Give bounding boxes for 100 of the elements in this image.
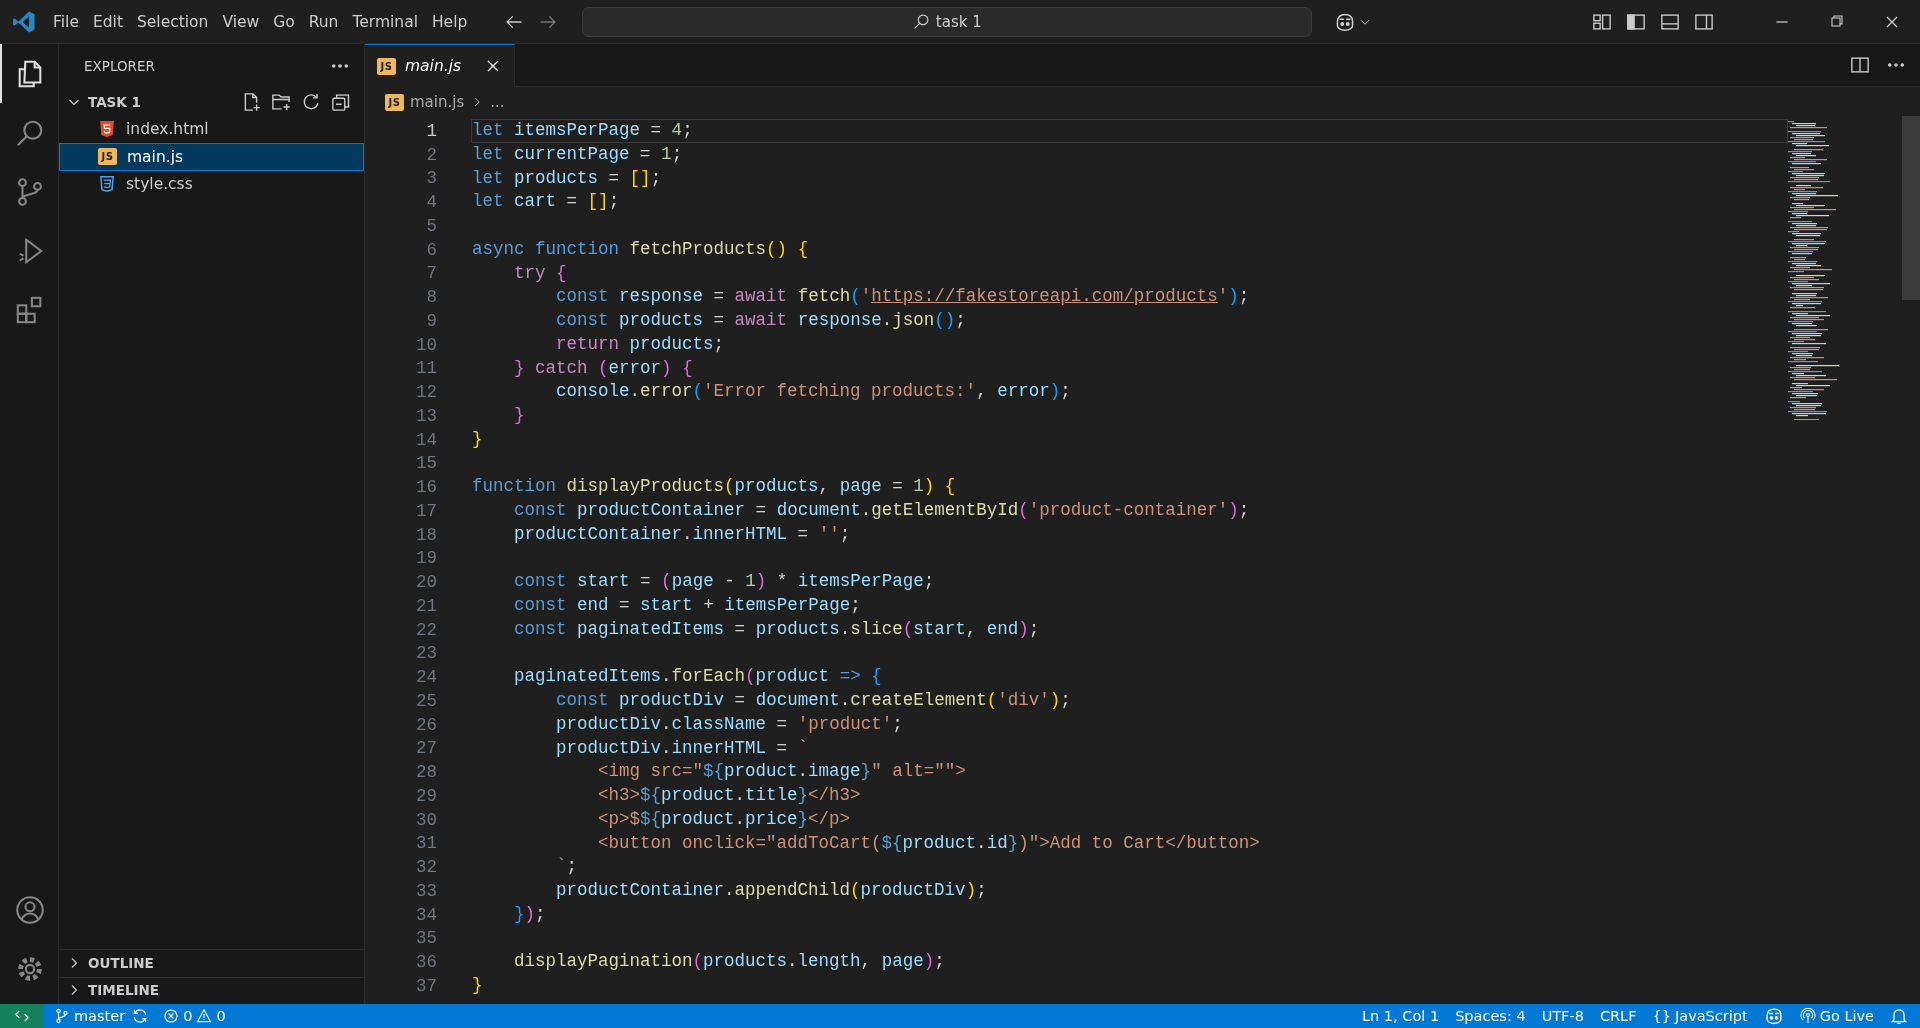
menu-item[interactable]: Terminal bbox=[345, 8, 425, 35]
code-line: `; bbox=[555, 855, 579, 879]
code-line: const end = start + itemsPerPage; bbox=[513, 594, 862, 617]
account-icon[interactable] bbox=[15, 894, 45, 925]
explorer-entry[interactable]: JS main.js bbox=[59, 143, 364, 171]
workspace-name: task 1 bbox=[935, 12, 982, 31]
line-number: 29 bbox=[415, 785, 437, 806]
code-line: } catch (error) { bbox=[513, 356, 694, 380]
code-line: const paginatedItems = products.slice(start, end); bbox=[513, 617, 1041, 641]
code-line: const productContainer = document.getElementById('product-container'); bbox=[513, 499, 1251, 522]
line-number: 20 bbox=[415, 572, 437, 593]
folder-header[interactable]: TASK 1 bbox=[59, 88, 364, 116]
menu-item[interactable]: Help bbox=[424, 8, 475, 35]
secondary-sidebar-icon[interactable] bbox=[1694, 11, 1714, 32]
code-line: }); bbox=[513, 902, 547, 926]
section-title: TIMELINE bbox=[88, 982, 160, 999]
scrollbar-thumb[interactable] bbox=[1902, 116, 1920, 300]
warning-icon bbox=[196, 1008, 213, 1024]
status-item[interactable]: Ln 1, Col 1 bbox=[1353, 1004, 1448, 1028]
breadcrumb-item[interactable]: main.js bbox=[410, 93, 465, 111]
code-line: <h3>${product.title}</h3> bbox=[597, 784, 862, 807]
line-number: 24 bbox=[415, 667, 437, 688]
code-line: try { bbox=[513, 261, 568, 285]
code-line: const products = await response.json(); bbox=[555, 309, 967, 332]
code-line: async function fetchProducts() { bbox=[471, 237, 810, 261]
code-line: <button onclick="addToCart(${product.id})">Add to Cart</button> bbox=[597, 831, 1261, 855]
code-line: productDiv.innerHTML = ` bbox=[555, 736, 810, 760]
line-number: 22 bbox=[415, 619, 437, 640]
line-number: 2 bbox=[425, 144, 437, 165]
line-number: 36 bbox=[415, 952, 437, 973]
file-name: style.css bbox=[126, 175, 193, 194]
explorer-entry[interactable]: index.html bbox=[59, 115, 364, 143]
vscode-logo-icon bbox=[12, 9, 36, 34]
sidebar-toggle-icon[interactable] bbox=[1626, 11, 1646, 32]
broadcast-icon bbox=[1799, 1008, 1816, 1024]
html-file-icon bbox=[98, 120, 116, 139]
line-number: 11 bbox=[415, 358, 437, 379]
line-number: 6 bbox=[425, 239, 437, 260]
code-line: displayPagination(products.length, page); bbox=[513, 950, 946, 974]
line-number: 3 bbox=[425, 168, 437, 189]
warnings-count[interactable]: 0 bbox=[194, 1004, 234, 1028]
code-line: console.error('Error fetching products:', error); bbox=[555, 380, 1072, 404]
code-line: } bbox=[471, 974, 484, 997]
line-number: 26 bbox=[415, 714, 437, 735]
menu-item[interactable]: Selection bbox=[129, 8, 216, 35]
code-line: let currentPage = 1; bbox=[471, 142, 684, 166]
code-line: function displayProducts(products, page = 1) { bbox=[471, 475, 957, 499]
line-number: 4 bbox=[425, 192, 437, 213]
explorer-entry[interactable]: style.css bbox=[59, 170, 364, 198]
split-editor-icon[interactable] bbox=[1850, 55, 1870, 75]
status-item[interactable]: UTF-8 bbox=[1533, 1004, 1592, 1028]
js-file-icon: JS bbox=[98, 148, 117, 166]
breadcrumb-item[interactable]: ... bbox=[490, 93, 505, 111]
notifications-icon[interactable] bbox=[1890, 1007, 1908, 1025]
search-icon bbox=[912, 13, 930, 30]
code-line: return products; bbox=[555, 332, 726, 356]
code-line: } bbox=[513, 404, 526, 427]
line-number: 32 bbox=[415, 857, 437, 878]
line-number: 16 bbox=[415, 477, 437, 498]
folder-name: TASK 1 bbox=[88, 93, 141, 110]
css-file-icon bbox=[98, 175, 116, 194]
line-number: 15 bbox=[415, 453, 437, 474]
menu-item[interactable]: Edit bbox=[85, 8, 130, 35]
copilot-icon[interactable] bbox=[1763, 1006, 1784, 1026]
line-number: 14 bbox=[415, 429, 437, 450]
menu-item[interactable]: View bbox=[215, 8, 267, 35]
code-line: productDiv.className = 'product'; bbox=[555, 712, 904, 736]
line-number: 12 bbox=[415, 382, 437, 403]
line-number: 30 bbox=[415, 809, 437, 830]
section-header[interactable]: OUTLINE bbox=[59, 949, 364, 977]
layout-icon[interactable] bbox=[1592, 11, 1612, 32]
line-number: 9 bbox=[425, 310, 437, 331]
code-line: let cart = []; bbox=[471, 190, 621, 214]
status-item[interactable]: Spaces: 4 bbox=[1447, 1004, 1534, 1028]
line-number: 1 bbox=[425, 120, 437, 141]
collapse-all-icon[interactable] bbox=[331, 91, 351, 112]
line-number: 5 bbox=[425, 215, 437, 236]
line-number: 21 bbox=[415, 595, 437, 616]
status-item[interactable]: CRLF bbox=[1591, 1004, 1645, 1028]
branch-icon bbox=[54, 1008, 70, 1024]
branch-button[interactable]: master bbox=[46, 1004, 134, 1028]
menu-item[interactable]: File bbox=[46, 8, 86, 35]
line-number: 17 bbox=[415, 500, 437, 521]
source-control-icon[interactable] bbox=[15, 176, 45, 207]
command-center-field[interactable]: task 1 bbox=[582, 6, 1313, 37]
language-button[interactable]: {} JavaScript bbox=[1644, 1004, 1756, 1028]
new-folder-icon[interactable] bbox=[271, 91, 291, 112]
line-number: 23 bbox=[415, 643, 437, 664]
file-name: index.html bbox=[126, 120, 209, 139]
line-number: 34 bbox=[415, 904, 437, 925]
tab-label: main.js bbox=[405, 57, 463, 75]
menu-item[interactable]: Go bbox=[266, 8, 302, 35]
go-live-button[interactable]: Go Live bbox=[1791, 1004, 1882, 1028]
refresh-icon[interactable] bbox=[301, 91, 321, 112]
line-number: 25 bbox=[415, 690, 437, 711]
editor-tab[interactable]: JS main.js bbox=[365, 44, 515, 87]
errors-count[interactable]: 0 bbox=[155, 1004, 195, 1028]
panel-toggle-icon[interactable] bbox=[1660, 11, 1680, 32]
menu-item[interactable]: Run bbox=[301, 8, 346, 35]
code-line: const start = (page - 1) * itemsPerPage; bbox=[513, 570, 936, 594]
